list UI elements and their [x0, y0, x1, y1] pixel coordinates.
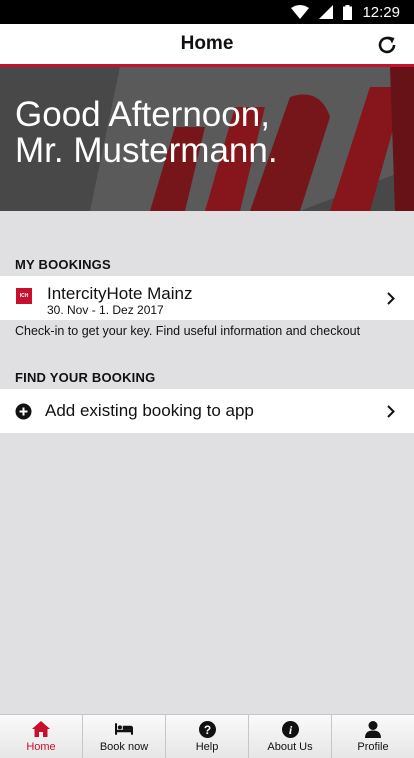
tab-home[interactable]: Home	[0, 715, 83, 758]
svg-text:?: ?	[203, 723, 210, 737]
booking-hotel-name: IntercityHote Mainz	[47, 284, 193, 303]
greeting-line-1: Good Afternoon,	[15, 95, 270, 134]
wifi-icon	[291, 5, 310, 19]
tab-help[interactable]: ? Help	[166, 715, 249, 758]
info-icon: i	[281, 720, 299, 738]
chevron-right-icon	[386, 404, 396, 418]
battery-icon	[343, 4, 353, 20]
hotel-logo: ICH	[16, 288, 32, 304]
app-bar: Home	[0, 24, 414, 64]
signal-icon	[319, 5, 334, 19]
tab-about-us[interactable]: i About Us	[249, 715, 332, 758]
booking-dates: 30. Nov - 1. Dez 2017	[47, 303, 164, 317]
person-icon	[364, 720, 382, 738]
hero-banner: Good Afternoon, Mr. Mustermann.	[0, 67, 414, 211]
tab-profile-label: Profile	[357, 741, 389, 753]
add-circle-icon	[15, 403, 32, 420]
status-time: 12:29	[362, 3, 400, 21]
greeting-text: Good Afternoon, Mr. Mustermann.	[15, 97, 405, 169]
booking-hint-text: Check-in to get your key. Find useful in…	[15, 324, 361, 338]
tab-home-label: Home	[26, 741, 56, 753]
bed-icon	[115, 720, 133, 738]
booking-item[interactable]: ICH IntercityHote Mainz 30. Nov - 1. Dez…	[0, 276, 414, 320]
tab-book-now[interactable]: Book now	[83, 715, 166, 758]
page-title: Home	[180, 33, 234, 54]
add-booking-label: Add existing booking to app	[45, 401, 254, 420]
add-existing-booking-button[interactable]: Add existing booking to app	[0, 389, 414, 433]
status-bar: 12:29	[0, 0, 414, 24]
home-icon	[32, 720, 50, 738]
tab-profile[interactable]: Profile	[332, 715, 414, 758]
help-icon: ?	[198, 720, 216, 738]
find-booking-header: FIND YOUR BOOKING	[15, 370, 156, 385]
tab-help-label: Help	[195, 741, 219, 753]
tab-book-now-label: Book now	[99, 741, 149, 753]
refresh-button[interactable]	[374, 32, 400, 58]
my-bookings-header: MY BOOKINGS	[15, 257, 111, 272]
tab-about-us-label: About Us	[267, 741, 313, 753]
greeting-line-2: Mr. Mustermann.	[15, 131, 278, 170]
bottom-tab-bar: Home Book now ? Help i About Us Profile	[0, 714, 414, 758]
chevron-right-icon	[386, 291, 396, 305]
refresh-icon	[378, 36, 396, 54]
